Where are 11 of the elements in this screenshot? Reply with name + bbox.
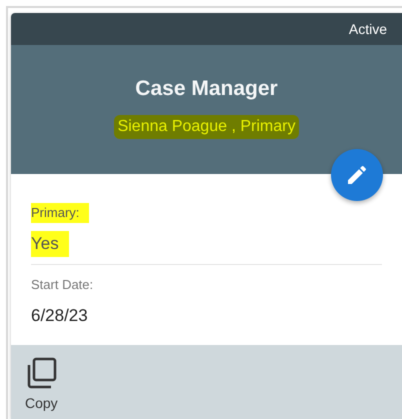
- card-subtitle: Sienna Poague , Primary: [114, 114, 300, 138]
- field-label: Primary:: [31, 203, 90, 222]
- card-title: Case Manager: [135, 76, 278, 102]
- pencil-icon: [345, 163, 369, 187]
- field-value: 6/28/23: [31, 305, 88, 327]
- copy-button[interactable]: Copy: [25, 357, 58, 414]
- field-value: Yes: [31, 231, 69, 256]
- copy-icon: [25, 357, 58, 389]
- edit-button[interactable]: [331, 149, 383, 201]
- field-label: Start Date:: [31, 276, 94, 294]
- status-label: Active: [348, 20, 387, 38]
